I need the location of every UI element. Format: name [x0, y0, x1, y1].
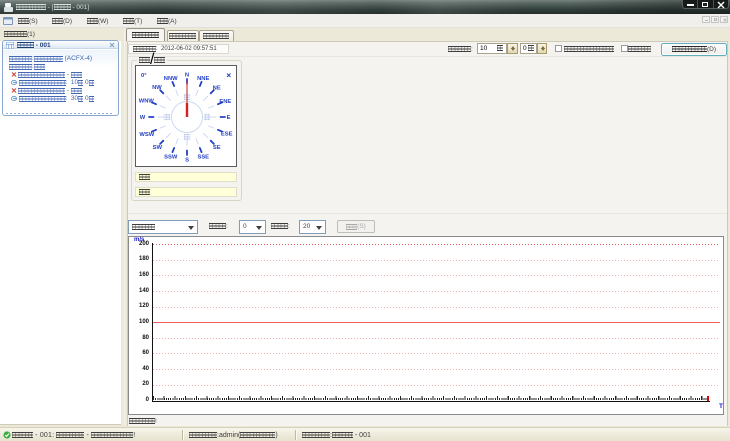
svg-text:ESE: ESE	[221, 132, 233, 138]
svg-text:WSW: WSW	[139, 132, 154, 138]
svg-text:SE: SE	[213, 145, 221, 151]
svg-text:S: S	[185, 158, 189, 164]
svg-text:SSE: SSE	[197, 154, 209, 160]
svg-text:0°: 0°	[141, 73, 147, 79]
svg-text:N: N	[185, 73, 189, 79]
svg-text:NNE: NNE	[197, 76, 209, 82]
svg-text:SW: SW	[153, 145, 163, 151]
svg-text:ENE: ENE	[219, 99, 231, 105]
svg-text:NW: NW	[152, 85, 162, 91]
svg-text:NNW: NNW	[164, 76, 178, 82]
svg-text:E: E	[227, 115, 231, 121]
svg-text:SSW: SSW	[164, 154, 178, 160]
svg-text:NE: NE	[213, 85, 221, 91]
svg-text:WNW: WNW	[139, 98, 155, 104]
svg-text:W: W	[140, 115, 146, 121]
